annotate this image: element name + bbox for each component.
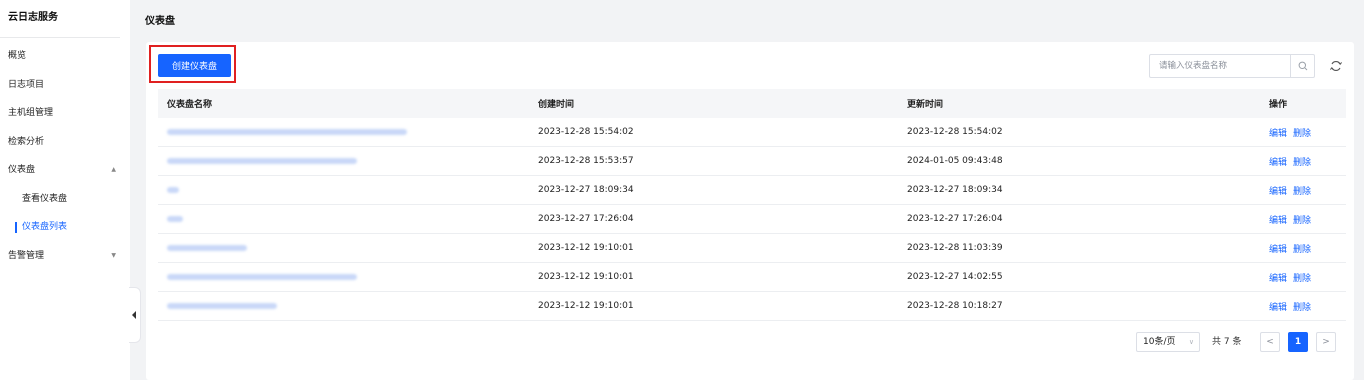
sidebar-nav: 概览 日志项目 主机组管理 检索分析 仪表盘 ▲ 查看仪表盘 仪表盘列表 告警管理… (0, 42, 130, 270)
created-time: 2023-12-12 19:10:01 (538, 301, 634, 311)
column-header-actions: 操作 (1269, 100, 1288, 110)
dashboard-name-link-redacted[interactable] (167, 273, 357, 280)
table-row: 2023-12-28 15:54:02 2023-12-28 15:54:02 … (158, 118, 1346, 147)
search-button[interactable] (1290, 55, 1314, 77)
chevron-down-icon: ▼ (111, 251, 116, 259)
sidebar-item-log-projects[interactable]: 日志项目 (0, 71, 130, 100)
sidebar-item-alerts[interactable]: 告警管理 ▼ (0, 242, 130, 271)
edit-link[interactable]: 编辑 (1269, 216, 1287, 226)
edit-link[interactable]: 编辑 (1269, 187, 1287, 197)
sidebar-item-dashboard-list[interactable]: 仪表盘列表 (0, 213, 130, 242)
dashboard-list-card: 创建仪表盘 仪表盘名称 创建时间 更新时间 操作 2023-12-28 15:5… (146, 42, 1354, 380)
delete-link[interactable]: 删除 (1293, 245, 1311, 255)
active-indicator (15, 222, 17, 233)
search-box (1149, 54, 1315, 78)
total-count: 共 7 条 (1212, 337, 1242, 347)
created-time: 2023-12-27 17:26:04 (538, 214, 634, 224)
updated-time: 2023-12-28 10:18:27 (907, 301, 1003, 311)
dashboard-name-link-redacted[interactable] (167, 186, 179, 193)
app-brand: 云日志服务 (0, 0, 120, 38)
dashboard-name-link-redacted[interactable] (167, 244, 247, 251)
edit-link[interactable]: 编辑 (1269, 158, 1287, 168)
column-header-created: 创建时间 (538, 100, 575, 110)
delete-link[interactable]: 删除 (1293, 187, 1311, 197)
dashboard-table: 仪表盘名称 创建时间 更新时间 操作 2023-12-28 15:54:02 2… (158, 89, 1346, 321)
sidebar-collapse-button[interactable] (129, 287, 141, 343)
created-time: 2023-12-27 18:09:34 (538, 185, 634, 195)
table-row: 2023-12-27 18:09:34 2023-12-27 18:09:34 … (158, 176, 1346, 205)
caret-left-icon (132, 311, 136, 319)
sidebar-item-label: 日志项目 (8, 79, 45, 90)
updated-time: 2024-01-05 09:43:48 (907, 156, 1003, 166)
chevron-up-icon: ▲ (111, 166, 116, 173)
dashboard-name-link-redacted[interactable] (167, 157, 357, 164)
delete-link[interactable]: 删除 (1293, 274, 1311, 284)
table-row: 2023-12-12 19:10:01 2023-12-28 10:18:27 … (158, 292, 1346, 321)
page-button-current[interactable]: 1 (1288, 332, 1308, 352)
sidebar-item-search-analysis[interactable]: 检索分析 (0, 128, 130, 157)
sidebar-item-label: 主机组管理 (8, 108, 54, 118)
dashboard-name-link-redacted[interactable] (167, 302, 277, 309)
pagination: 10条/页 ∨ 共 7 条 < 1 > (146, 332, 1354, 352)
table-row: 2023-12-12 19:10:01 2023-12-27 14:02:55 … (158, 263, 1346, 292)
updated-time: 2023-12-27 18:09:34 (907, 185, 1003, 195)
sidebar-item-view-dashboard[interactable]: 查看仪表盘 (0, 185, 130, 214)
created-time: 2023-12-12 19:10:01 (538, 272, 634, 282)
sidebar-item-label: 告警管理 (8, 250, 45, 261)
search-icon (1298, 61, 1307, 71)
column-header-updated: 更新时间 (907, 100, 944, 110)
sidebar-item-label: 仪表盘列表 (22, 222, 68, 232)
delete-link[interactable]: 删除 (1293, 216, 1311, 226)
delete-link[interactable]: 删除 (1293, 158, 1311, 168)
updated-time: 2023-12-28 15:54:02 (907, 127, 1003, 137)
table-header: 仪表盘名称 创建时间 更新时间 操作 (158, 89, 1346, 118)
sidebar: 云日志服务 概览 日志项目 主机组管理 检索分析 仪表盘 ▲ 查看仪表盘 仪表盘列… (0, 0, 130, 380)
created-time: 2023-12-28 15:53:57 (538, 156, 634, 166)
create-dashboard-button[interactable]: 创建仪表盘 (158, 54, 231, 77)
search-input[interactable] (1150, 55, 1290, 77)
table-row: 2023-12-27 17:26:04 2023-12-27 17:26:04 … (158, 205, 1346, 234)
table-row: 2023-12-12 19:10:01 2023-12-28 11:03:39 … (158, 234, 1346, 263)
table-row: 2023-12-28 15:53:57 2024-01-05 09:43:48 … (158, 147, 1346, 176)
edit-link[interactable]: 编辑 (1269, 129, 1287, 139)
dashboard-name-link-redacted[interactable] (167, 215, 183, 222)
sidebar-item-label: 概览 (8, 51, 27, 61)
edit-link[interactable]: 编辑 (1269, 245, 1287, 255)
delete-link[interactable]: 删除 (1293, 303, 1311, 313)
column-header-name: 仪表盘名称 (167, 100, 213, 110)
edit-link[interactable]: 编辑 (1269, 303, 1287, 313)
page-title: 仪表盘 (145, 16, 175, 27)
created-time: 2023-12-12 19:10:01 (538, 243, 634, 253)
prev-page-button[interactable]: < (1260, 332, 1280, 352)
sidebar-item-label: 仪表盘 (8, 165, 36, 175)
updated-time: 2023-12-27 14:02:55 (907, 272, 1003, 282)
page-size-select[interactable]: 10条/页 ∨ (1136, 332, 1200, 352)
next-page-button[interactable]: > (1316, 332, 1336, 352)
sidebar-item-label: 检索分析 (8, 136, 45, 147)
sidebar-item-dashboards[interactable]: 仪表盘 ▲ (0, 156, 130, 185)
created-time: 2023-12-28 15:54:02 (538, 127, 634, 137)
chevron-down-icon: ∨ (1188, 338, 1194, 346)
refresh-icon[interactable] (1329, 59, 1343, 73)
delete-link[interactable]: 删除 (1293, 129, 1311, 139)
sidebar-item-overview[interactable]: 概览 (0, 42, 130, 71)
edit-link[interactable]: 编辑 (1269, 274, 1287, 284)
updated-time: 2023-12-28 11:03:39 (907, 243, 1003, 253)
sidebar-item-label: 查看仪表盘 (22, 193, 68, 204)
page-size-value: 10条/页 (1143, 337, 1176, 347)
dashboard-name-link-redacted[interactable] (167, 128, 407, 135)
updated-time: 2023-12-27 17:26:04 (907, 214, 1003, 224)
sidebar-item-host-groups[interactable]: 主机组管理 (0, 99, 130, 128)
highlight-box: 创建仪表盘 (149, 45, 236, 83)
